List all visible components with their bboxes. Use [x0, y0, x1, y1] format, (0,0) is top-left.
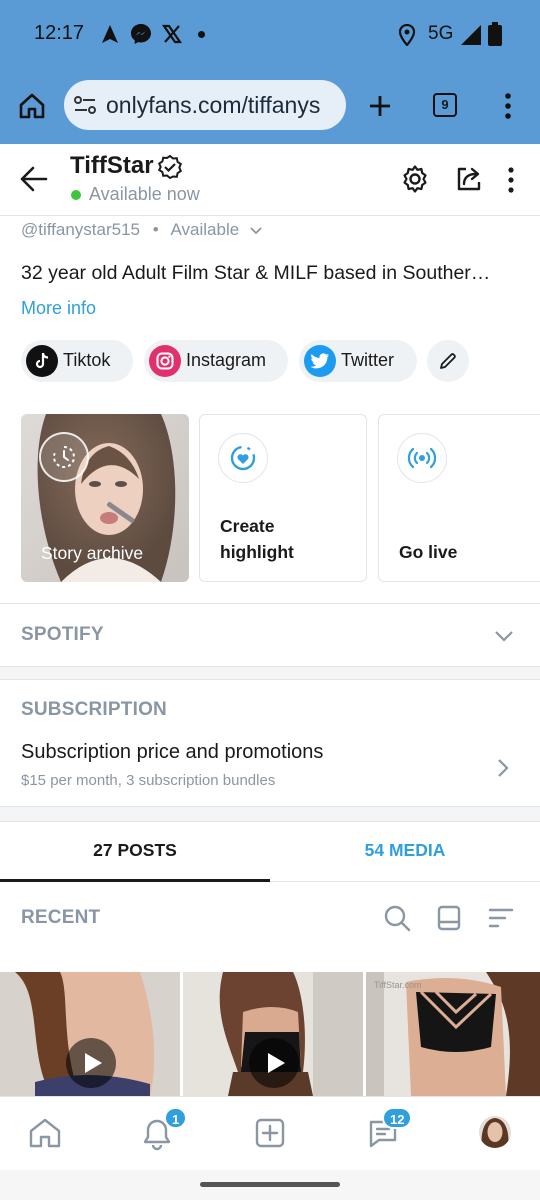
notification-dot [198, 31, 205, 38]
nav-avatar[interactable] [478, 1115, 512, 1149]
handle-row[interactable]: @tiffanystar515 • Available [21, 220, 262, 240]
media-thumbnail [366, 972, 540, 1096]
play-icon [66, 1038, 116, 1088]
spotify-title: SPOTIFY [21, 624, 104, 645]
social-chip-twitter[interactable]: Twitter [299, 340, 417, 382]
go-live-card[interactable]: Go live [378, 414, 540, 582]
messages-badge: 12 [382, 1107, 413, 1129]
navigation-icon [102, 25, 118, 43]
search-icon[interactable] [383, 904, 411, 932]
card-label-line1: Create [220, 516, 275, 536]
site-settings-icon[interactable] [74, 95, 96, 115]
battery-icon [488, 22, 502, 46]
social-chip-tiktok[interactable]: Tiktok [21, 340, 133, 382]
tab-switcher-button[interactable]: 9 [433, 93, 457, 117]
card-label: Go live [399, 542, 458, 562]
subscription-title: SUBSCRIPTION [21, 699, 167, 720]
profile-bio: 32 year old Adult Film Star & MILF based… [21, 262, 491, 284]
chevron-right-icon [498, 759, 509, 777]
subscription-item-label: Subscription price and promotions [21, 741, 324, 763]
layout-toggle-icon[interactable] [437, 905, 461, 931]
nav-home-icon[interactable] [28, 1117, 62, 1149]
back-arrow-icon[interactable] [20, 166, 48, 192]
url-text: onlyfans.com/tiffanys [106, 92, 321, 118]
create-highlight-card[interactable]: Create highlight [199, 414, 367, 582]
chevron-down-icon [250, 226, 262, 234]
profile-name: TiffStar [70, 152, 154, 179]
spotify-section[interactable]: SPOTIFY [0, 604, 540, 666]
chip-label: Twitter [341, 350, 395, 370]
handle-status: Available [170, 220, 240, 239]
history-icon [39, 432, 89, 482]
bottom-navigation: 1 12 [0, 1096, 540, 1170]
recent-title: RECENT [21, 907, 101, 928]
card-label: Story archive [41, 543, 144, 563]
verified-badge-icon [157, 154, 183, 180]
chip-label: Tiktok [63, 350, 111, 370]
instagram-icon [149, 345, 181, 377]
online-status-dot [71, 190, 81, 200]
x-logo-icon [162, 24, 182, 44]
separator-dot: • [152, 220, 159, 239]
tiktok-icon [26, 345, 58, 377]
content-tabs: 27 POSTS 54 MEDIA [0, 822, 540, 882]
subscription-item[interactable]: Subscription price and promotions $15 pe… [0, 736, 540, 800]
media-tile[interactable] [0, 972, 180, 1096]
nav-add-post-icon[interactable] [254, 1117, 286, 1149]
play-icon [249, 1038, 299, 1088]
settings-gear-icon[interactable] [400, 164, 430, 194]
social-chip-instagram[interactable]: Instagram [144, 340, 288, 382]
notifications-badge: 1 [164, 1107, 188, 1129]
browser-menu-icon[interactable] [502, 92, 514, 120]
chip-label: Instagram [186, 350, 267, 370]
card-label: Create highlight [220, 513, 294, 565]
status-bar: 12:17 5G [0, 0, 540, 72]
card-label-line2: highlight [220, 542, 294, 562]
gesture-bar [0, 1170, 540, 1200]
edit-social-button[interactable] [427, 340, 469, 382]
messenger-icon [131, 24, 151, 44]
home-icon[interactable] [18, 92, 46, 120]
media-tile[interactable]: TiffStar.com [366, 972, 540, 1096]
browser-toolbar: onlyfans.com/tiffanys 9 [0, 72, 540, 144]
more-info-link[interactable]: More info [21, 298, 96, 319]
new-tab-icon[interactable] [367, 93, 393, 119]
pencil-icon [440, 353, 456, 369]
status-time: 12:17 [34, 22, 85, 44]
profile-header: TiffStar Available now [0, 144, 540, 216]
broadcast-icon [397, 433, 447, 483]
story-archive-card[interactable]: Story archive [21, 414, 189, 582]
chevron-down-icon [495, 631, 513, 642]
location-icon [398, 24, 416, 46]
share-icon[interactable] [454, 164, 484, 194]
address-bar[interactable]: onlyfans.com/tiffanys [64, 80, 346, 130]
twitter-icon [304, 345, 336, 377]
home-gesture-pill[interactable] [200, 1182, 340, 1187]
profile-more-icon[interactable] [505, 166, 517, 194]
media-tile[interactable] [183, 972, 363, 1096]
tab-media[interactable]: 54 MEDIA [270, 822, 540, 882]
signal-icon [461, 25, 481, 45]
heart-ring-icon [218, 433, 268, 483]
profile-handle: @tiffanystar515 [21, 220, 141, 239]
section-gap [0, 806, 540, 822]
watermark: TiffStar.com [374, 980, 422, 990]
subscription-item-sub: $15 per month, 3 subscription bundles [21, 772, 276, 789]
availability-status: Available now [89, 184, 200, 204]
section-gap [0, 666, 540, 680]
tab-posts[interactable]: 27 POSTS [0, 822, 270, 882]
network-label: 5G [428, 23, 454, 44]
sort-icon[interactable] [488, 907, 514, 929]
